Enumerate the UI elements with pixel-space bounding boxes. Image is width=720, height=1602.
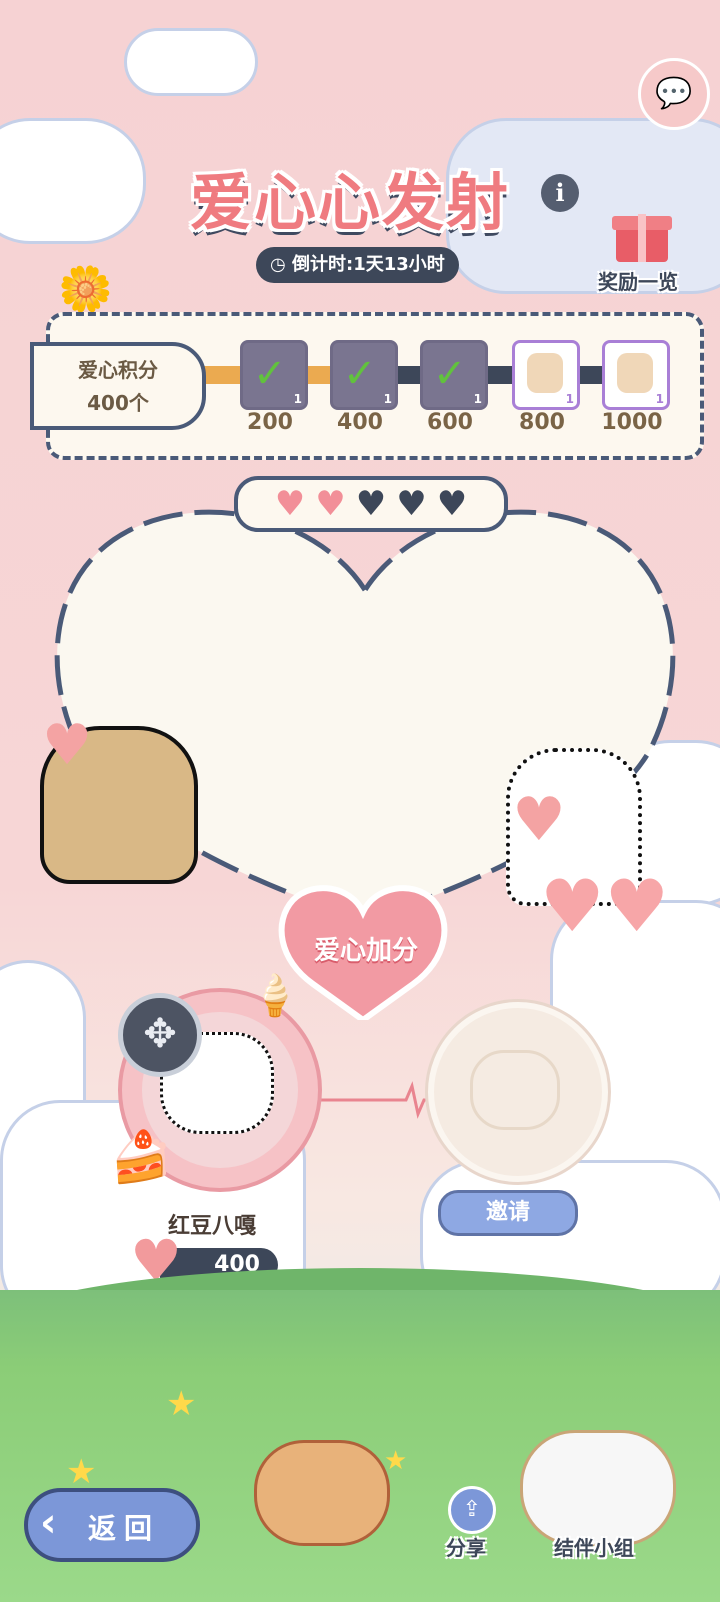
clock-icon: ◷ (270, 254, 286, 275)
reward-item-icon (527, 353, 563, 393)
tier-threshold-label: 800 (519, 410, 565, 435)
star-icon: ★ (166, 1384, 197, 1424)
link-line (310, 1081, 440, 1119)
heart-filled-icon: ♥ (315, 484, 346, 524)
gift-icon[interactable] (612, 206, 672, 262)
share-icon[interactable]: ⇪ (448, 1486, 496, 1534)
reward-count: 1 (293, 392, 302, 406)
tier-threshold-label: 1000 (601, 410, 663, 435)
countdown-timer: ◷ 倒计时:1天13小时 (256, 247, 459, 283)
star-icon: ★ (384, 1446, 408, 1476)
share-label[interactable]: 分享 (446, 1532, 486, 1561)
event-title: 爱心心发射 (190, 166, 511, 239)
dessert-icon: 🍦 (250, 973, 300, 1019)
event-page: 💬 爱心心发射 i ◷ 倒计时:1天13小时 奖励一览 🌼 爱心积分 400个 … (0, 0, 720, 1602)
reward-count: 1 (473, 392, 482, 406)
dog-outline-icon (470, 1050, 560, 1130)
cat-character-icon (254, 1440, 390, 1546)
invite-button[interactable]: 邀请 (438, 1190, 578, 1236)
reward-tier-3[interactable]: 1 (512, 340, 580, 410)
tier-threshold-label: 600 (427, 410, 473, 435)
reward-tier-2[interactable]: ✓ 1 (420, 340, 488, 410)
reward-tier-4[interactable]: 1 (602, 340, 670, 410)
tier-threshold-label: 400 (337, 410, 383, 435)
heart-empty-icon: ♥ (436, 484, 468, 524)
reward-tier-1[interactable]: ✓ 1 (330, 340, 398, 410)
countdown-text: 倒计时:1天13小时 (292, 254, 445, 275)
tier-threshold-label: 200 (247, 410, 293, 435)
cake-icon: 🍰 (110, 1128, 173, 1186)
flower-decor-icon: 🌼 (58, 264, 113, 315)
star-icon: ★ (66, 1452, 97, 1492)
reward-count: 1 (565, 392, 574, 406)
score-label: 爱心积分 (78, 358, 158, 382)
hearts-meter: ♥ ♥ ♥ ♥ ♥ (234, 476, 508, 532)
heart-filled-icon: ♥ (274, 484, 306, 524)
reward-tier-0[interactable]: ✓ 1 (240, 340, 308, 410)
pink-heart-icon: ♥ (42, 713, 93, 778)
hearts-cluster-icon: ♥♥ (540, 864, 670, 948)
dogs-pair-icon (520, 1430, 676, 1546)
score-box: 爱心积分 400个 (30, 342, 206, 430)
info-icon[interactable]: i (541, 174, 579, 212)
cloud-decor (0, 118, 146, 244)
reward-item-icon (617, 353, 653, 393)
heart-empty-icon: ♥ (355, 484, 387, 524)
boost-label: 爱心加分 (313, 936, 418, 966)
rewards-overview-label[interactable]: 奖励一览 (598, 266, 678, 295)
reward-count: 1 (383, 392, 392, 406)
chat-icon[interactable]: 💬 (638, 58, 710, 130)
check-icon: ✓ (433, 351, 467, 397)
pink-heart-icon: ♥ (512, 785, 566, 855)
score-value: 400个 (87, 391, 149, 415)
team-label[interactable]: 结伴小组 (554, 1532, 634, 1561)
check-icon: ✓ (343, 351, 377, 397)
check-icon: ✓ (253, 351, 287, 397)
cloud-decor (124, 28, 258, 96)
rank-badge-icon: ✥ (118, 993, 202, 1077)
back-arrow-icon: ‹ (40, 1500, 57, 1546)
reward-count: 1 (655, 392, 664, 406)
heart-empty-icon: ♥ (396, 484, 427, 524)
